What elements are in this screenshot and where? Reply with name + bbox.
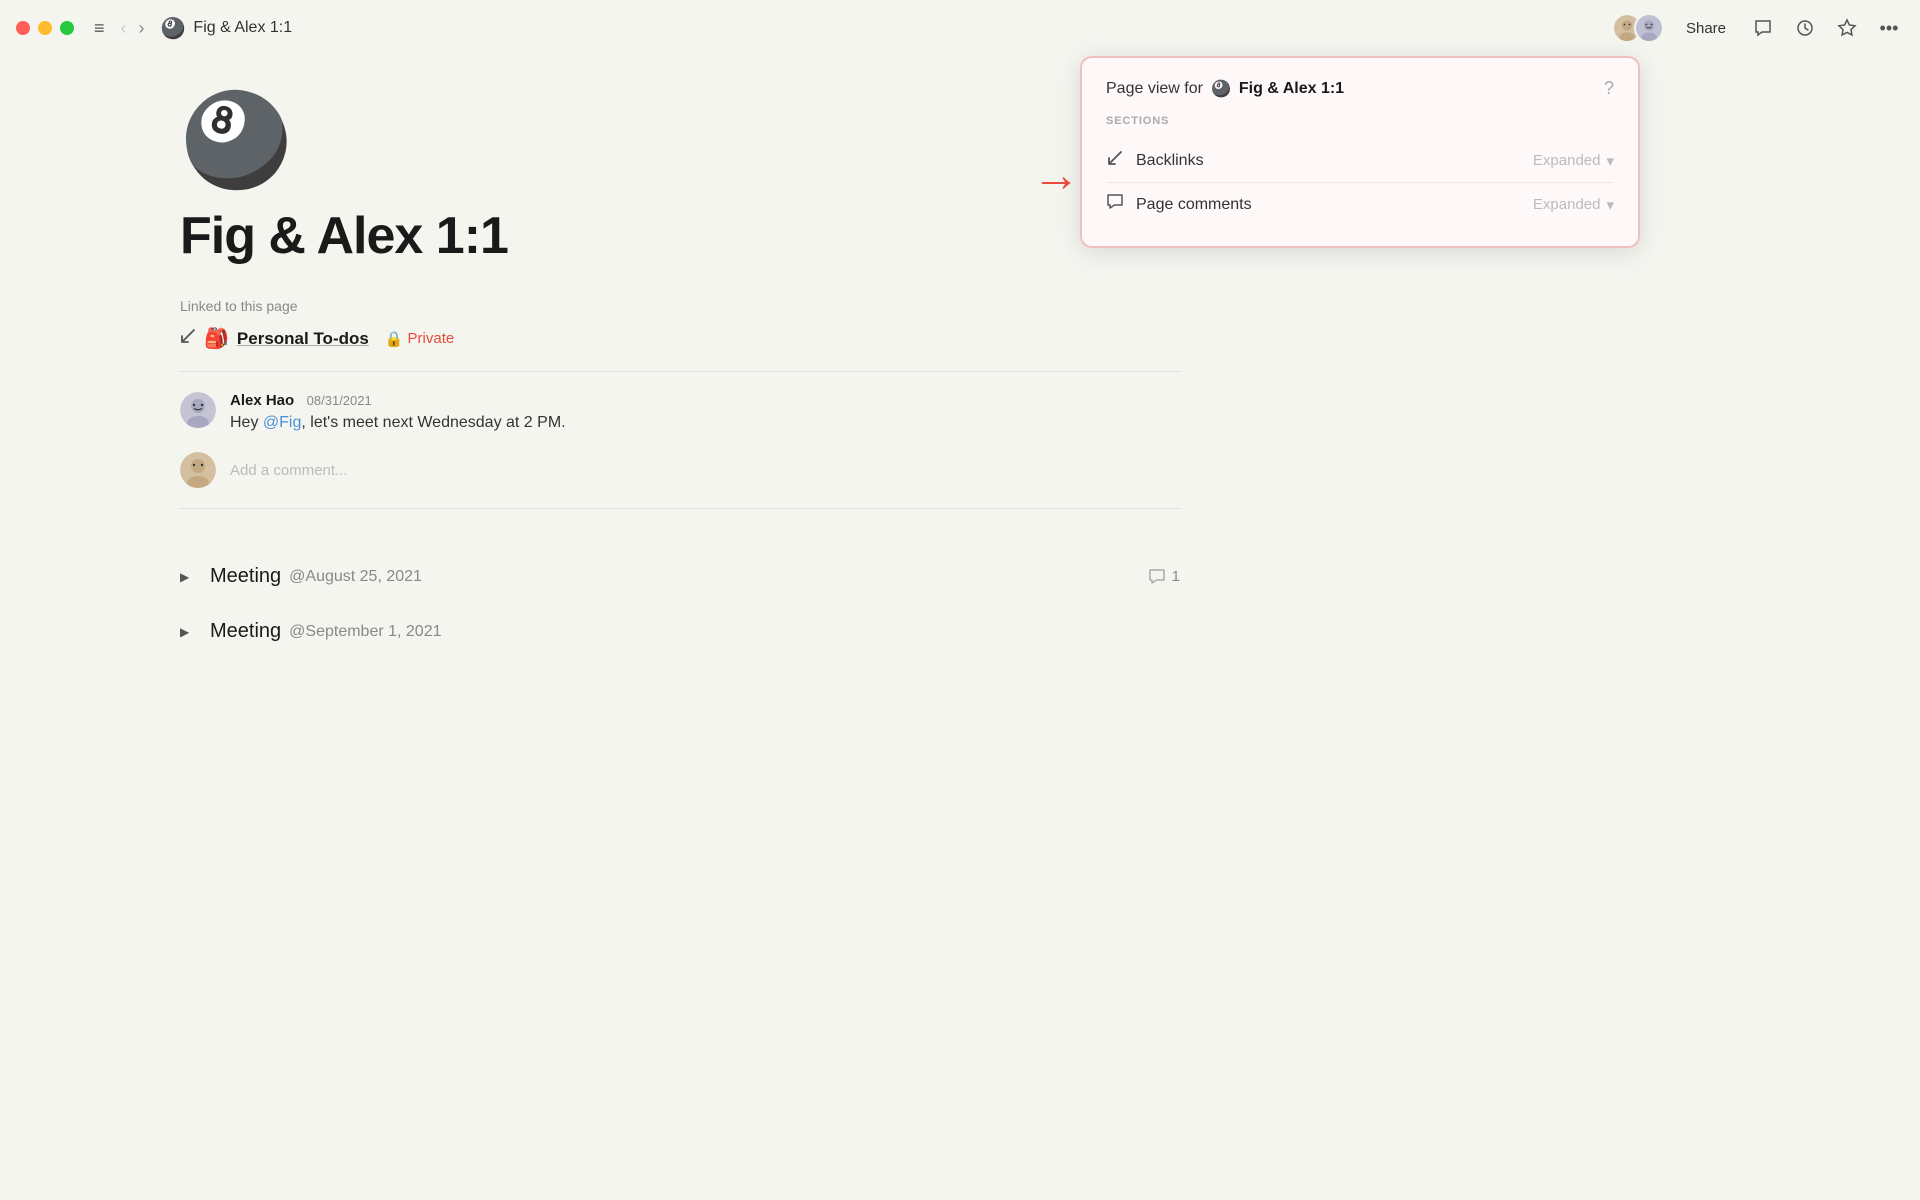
- meeting-name-2: Meeting: [210, 620, 281, 643]
- popup-title: Page view for 🎱 Fig & Alex 1:1: [1106, 79, 1344, 99]
- nav-arrows: ‹ ›: [117, 14, 149, 43]
- meeting-comment-count-1: 1: [1172, 568, 1180, 585]
- expand-triangle-icon-2: ▶: [180, 625, 196, 639]
- forward-arrow-button[interactable]: ›: [135, 14, 149, 43]
- popup-page-name: Fig & Alex 1:1: [1239, 80, 1344, 98]
- traffic-lights: [16, 21, 74, 35]
- popup-backlinks-left: Backlinks: [1106, 149, 1204, 172]
- titlebar-actions: Share •••: [1612, 13, 1904, 43]
- hamburger-menu-button[interactable]: ≡: [94, 18, 105, 39]
- alex-avatar-svg: [1636, 13, 1662, 43]
- comment-bubble-icon: [1106, 193, 1124, 216]
- avatar-alex[interactable]: [1634, 13, 1664, 43]
- comments-label: Page comments: [1136, 196, 1252, 214]
- meeting-comment-icon-1: [1148, 568, 1166, 586]
- private-label: Private: [408, 330, 455, 347]
- popup-comments-row[interactable]: Page comments Expanded ▾: [1106, 182, 1614, 226]
- linked-item: 🎒 Personal To-dos 🔒 Private: [180, 326, 1220, 351]
- meeting-comment-badge-1: 1: [1148, 568, 1180, 586]
- meeting-item-1[interactable]: ▶ Meeting @August 25, 2021 1: [180, 549, 1180, 604]
- more-options-button[interactable]: •••: [1874, 13, 1904, 43]
- comment-block: Alex Hao 08/31/2021 Hey @Fig, let's meet…: [180, 392, 1180, 432]
- comments-chevron-icon: ▾: [1606, 196, 1614, 214]
- page-breadcrumb: 🎱 Fig & Alex 1:1: [161, 16, 293, 41]
- star-icon: [1837, 18, 1857, 38]
- popup-backlinks-row[interactable]: Backlinks Expanded ▾: [1106, 139, 1614, 182]
- backlinks-status-text: Expanded: [1533, 152, 1601, 169]
- add-comment-row: Add a comment...: [180, 452, 1180, 488]
- divider-1: [180, 371, 1180, 372]
- comment-text: Hey @Fig, let's meet next Wednesday at 2…: [230, 414, 566, 432]
- history-icon: [1795, 18, 1815, 38]
- divider-2: [180, 508, 1180, 509]
- comments-status-dropdown[interactable]: Expanded ▾: [1533, 196, 1614, 214]
- comment-text-suffix: , let's meet next Wednesday at 2 PM.: [301, 414, 565, 431]
- popup-sections-label: SECTIONS: [1106, 115, 1614, 127]
- page-emoji-icon: 🎱: [161, 16, 186, 41]
- titlebar: ≡ ‹ › 🎱 Fig & Alex 1:1: [0, 0, 1920, 56]
- backlink-icon: [1106, 149, 1124, 172]
- popup-page-emoji: 🎱: [1211, 79, 1231, 99]
- backlinks-chevron-icon: ▾: [1606, 152, 1614, 170]
- add-comment-input[interactable]: Add a comment...: [230, 462, 1180, 479]
- favorite-icon-button[interactable]: [1832, 13, 1862, 43]
- linked-section-label: Linked to this page: [180, 298, 1220, 314]
- close-button[interactable]: [16, 21, 30, 35]
- popup-help-button[interactable]: ?: [1604, 78, 1614, 99]
- comment-header: Alex Hao 08/31/2021: [230, 392, 566, 410]
- maximize-button[interactable]: [60, 21, 74, 35]
- red-arrow-indicator: →: [1032, 148, 1080, 203]
- page-title: Fig & Alex 1:1: [180, 206, 1220, 266]
- back-arrow-button[interactable]: ‹: [117, 14, 131, 43]
- linked-backlink-icon: [180, 328, 196, 349]
- meeting-list: ▶ Meeting @August 25, 2021 1 ▶ Meeting @…: [180, 549, 1180, 659]
- comments-icon-button[interactable]: [1748, 13, 1778, 43]
- lock-icon: 🔒: [385, 330, 404, 348]
- meeting-date-2: @September 1, 2021: [289, 623, 441, 641]
- page-view-popup: Page view for 🎱 Fig & Alex 1:1 ? SECTION…: [1080, 56, 1640, 248]
- comment-text-prefix: Hey: [230, 414, 263, 431]
- linked-page-name[interactable]: Personal To-dos: [237, 329, 369, 349]
- avatar-group: [1612, 13, 1664, 43]
- expand-triangle-icon-1: ▶: [180, 570, 196, 584]
- meeting-date-1: @August 25, 2021: [289, 568, 422, 586]
- popup-comments-left: Page comments: [1106, 193, 1252, 216]
- comment-author-name: Alex Hao: [230, 392, 294, 409]
- comments-status-text: Expanded: [1533, 196, 1601, 213]
- comment-icon: [1753, 18, 1773, 38]
- private-badge: 🔒 Private: [385, 330, 454, 348]
- current-user-avatar: [180, 452, 216, 488]
- history-icon-button[interactable]: [1790, 13, 1820, 43]
- comment-date: 08/31/2021: [307, 393, 372, 408]
- ellipsis-icon: •••: [1880, 18, 1899, 39]
- minimize-button[interactable]: [38, 21, 52, 35]
- linked-page-emoji: 🎒: [204, 326, 229, 351]
- backlinks-status-dropdown[interactable]: Expanded ▾: [1533, 152, 1614, 170]
- popup-header-text: Page view for: [1106, 80, 1203, 98]
- comment-author-avatar: [180, 392, 216, 428]
- page-title-label: Fig & Alex 1:1: [193, 19, 292, 37]
- meeting-name-1: Meeting: [210, 565, 281, 588]
- share-button[interactable]: Share: [1676, 14, 1736, 43]
- popup-header: Page view for 🎱 Fig & Alex 1:1 ?: [1106, 78, 1614, 99]
- comment-content: Alex Hao 08/31/2021 Hey @Fig, let's meet…: [230, 392, 566, 432]
- comment-mention: @Fig: [263, 414, 301, 431]
- meeting-item-2[interactable]: ▶ Meeting @September 1, 2021: [180, 604, 1180, 659]
- backlinks-label: Backlinks: [1136, 152, 1204, 170]
